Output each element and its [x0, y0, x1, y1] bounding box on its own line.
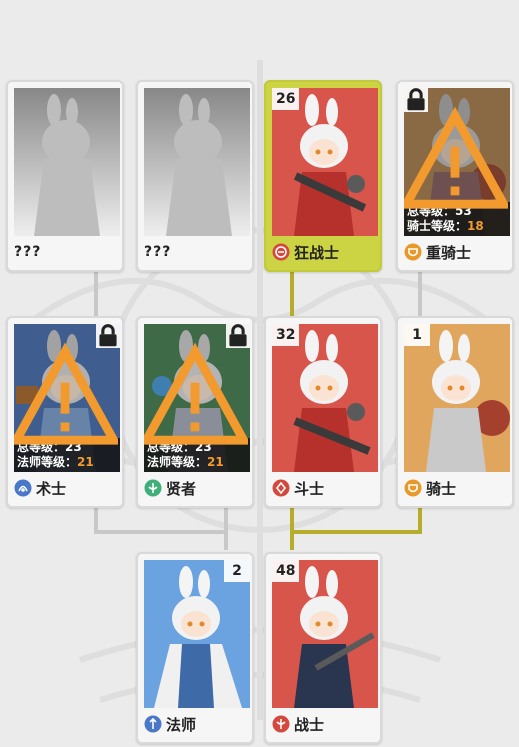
class-label: 骑士 — [404, 476, 456, 500]
class-label: 狂战士 — [272, 240, 339, 264]
sage-icon — [144, 479, 162, 497]
warrior-icon — [272, 715, 290, 733]
class-level: 48 — [272, 560, 300, 582]
warning-icon — [404, 106, 508, 209]
class-card-warlock[interactable]: 总等级：23 法师等级：21 术士 — [6, 316, 124, 508]
class-level: 32 — [272, 324, 300, 346]
knight-icon — [404, 479, 422, 497]
character-portrait: 26 — [272, 88, 378, 236]
class-card-berserker[interactable]: 26 狂战士 — [264, 80, 382, 272]
unlock-requirements: 总等级：53 骑士等级：18 — [404, 106, 510, 236]
warlock-icon — [14, 479, 32, 497]
warning-icon — [14, 342, 118, 445]
class-card-fighter[interactable]: 32 斗士 — [264, 316, 382, 508]
class-card-heavy-knight[interactable]: 总等级：53 骑士等级：18 重骑士 — [396, 80, 514, 272]
character-portrait: 总等级：23 法师等级：21 — [144, 324, 250, 472]
class-card-warrior[interactable]: 48 战士 — [264, 552, 382, 744]
class-card-mage[interactable]: 2 法师 — [136, 552, 254, 744]
fighter-icon — [272, 479, 290, 497]
class-label: 斗士 — [272, 476, 324, 500]
character-portrait: 32 — [272, 324, 378, 472]
class-card-unknown-2[interactable]: ??? — [136, 80, 254, 272]
class-label: 贤者 — [144, 476, 196, 500]
class-label: 战士 — [272, 712, 324, 736]
class-label: ??? — [144, 244, 172, 260]
class-label: 重骑士 — [404, 240, 471, 264]
warning-icon — [144, 342, 248, 445]
knight-icon — [404, 243, 422, 261]
character-silhouette — [144, 88, 250, 236]
class-label: ??? — [14, 244, 42, 260]
character-portrait: 总等级：53 骑士等级：18 — [404, 88, 510, 236]
class-level: 1 — [404, 324, 430, 346]
character-portrait: 总等级：23 法师等级：21 — [14, 324, 120, 472]
unlock-requirements: 总等级：23 法师等级：21 — [14, 342, 120, 472]
class-label: 法师 — [144, 712, 196, 736]
mage-icon — [144, 715, 162, 733]
unlock-requirements: 总等级：23 法师等级：21 — [144, 342, 250, 472]
character-portrait: 1 — [404, 324, 510, 472]
class-level: 2 — [224, 560, 250, 582]
character-portrait: 2 — [144, 560, 250, 708]
character-silhouette — [14, 88, 120, 236]
class-card-sage[interactable]: 总等级：23 法师等级：21 贤者 — [136, 316, 254, 508]
class-card-knight[interactable]: 1 骑士 — [396, 316, 514, 508]
class-card-unknown-1[interactable]: ??? — [6, 80, 124, 272]
class-level: 26 — [272, 88, 300, 110]
character-portrait: 48 — [272, 560, 378, 708]
class-label: 术士 — [14, 476, 66, 500]
berserker-icon — [272, 243, 290, 261]
